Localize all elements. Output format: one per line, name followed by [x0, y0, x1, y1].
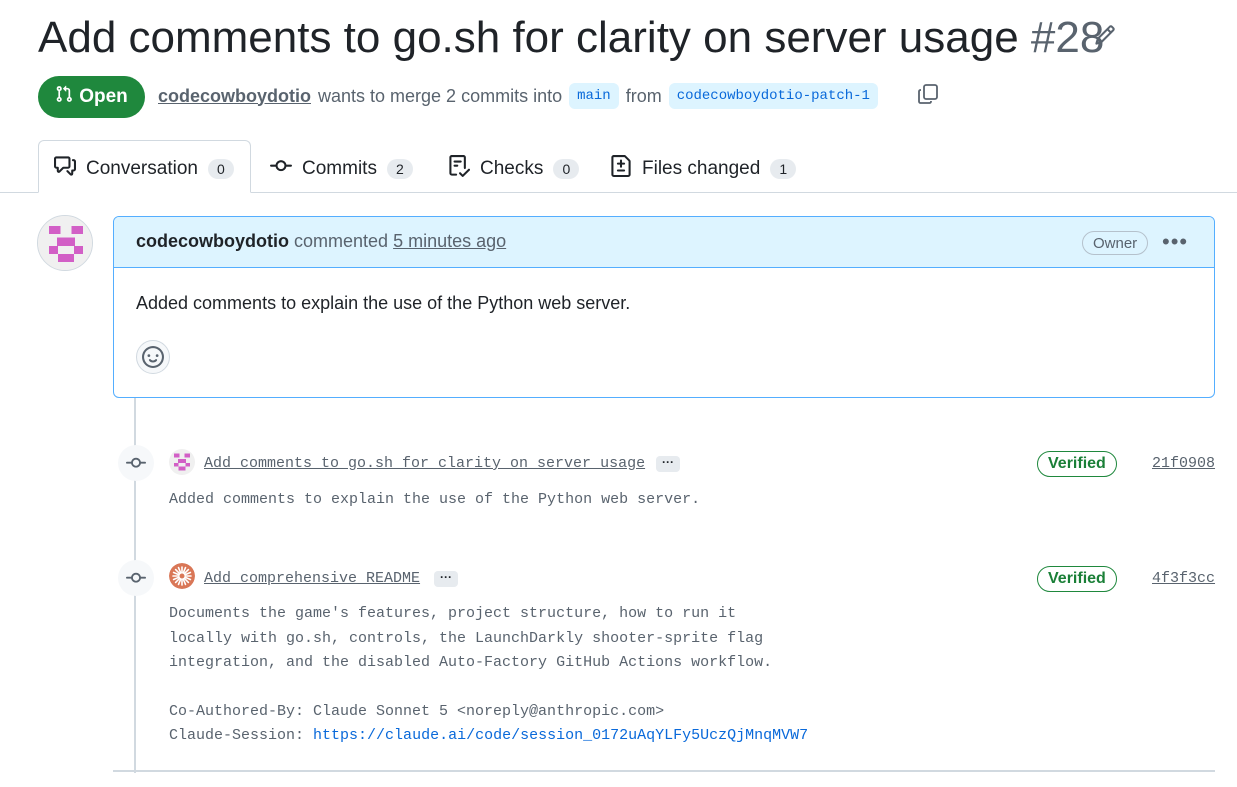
tab-commits-count: 2 [386, 159, 413, 179]
commit-description: Documents the game's features, project s… [169, 605, 773, 720]
verified-badge[interactable]: Verified [1037, 566, 1117, 592]
commit-description: Added comments to explain the use of the… [169, 491, 701, 508]
pr-state-badge: Open [38, 76, 145, 118]
copy-icon[interactable] [916, 82, 942, 108]
smiley-icon[interactable] [136, 340, 170, 374]
verified-badge[interactable]: Verified [1037, 451, 1117, 477]
pr-from-text: from [625, 85, 662, 106]
session-label: Claude-Session: [169, 727, 305, 744]
expand-commit-button[interactable]: ··· [434, 571, 458, 587]
comment-header: codecowboydotio commented 5 minutes ago … [114, 217, 1214, 268]
owner-badge: Owner [1082, 231, 1149, 255]
pr-meta: codecowboydotio wants to merge 2 commits… [158, 82, 878, 110]
commit-icon [118, 445, 154, 481]
pr-title: Add comments to go.sh for clarity on ser… [38, 12, 1104, 64]
comment-header-text: codecowboydotio commented 5 minutes ago [136, 231, 506, 252]
claude-logo-icon[interactable] [169, 563, 195, 589]
comment-timestamp[interactable]: 5 minutes ago [393, 231, 506, 251]
tab-files-changed[interactable]: Files changed 1 [610, 152, 797, 186]
pr-title-text: Add comments to go.sh for clarity on ser… [38, 13, 1019, 62]
pr-state-label: Open [79, 86, 128, 107]
commit-sha-link[interactable]: 21f0908 [1152, 455, 1215, 472]
comment-author[interactable]: codecowboydotio [136, 231, 289, 251]
avatar[interactable] [169, 449, 195, 475]
expand-commit-button[interactable]: ··· [656, 456, 680, 472]
tab-conversation-label: Conversation [86, 158, 198, 179]
git-pull-request-icon [55, 85, 73, 109]
head-branch[interactable]: codecowboydotio-patch-1 [668, 83, 878, 109]
base-branch[interactable]: main [569, 83, 619, 109]
commit-icon [118, 560, 154, 596]
tab-checks[interactable]: Checks 0 [448, 152, 580, 186]
comment-body: Added comments to explain the use of the… [136, 293, 631, 313]
pr-author-link[interactable]: codecowboydotio [158, 86, 311, 107]
avatar[interactable] [37, 215, 93, 271]
pencil-icon[interactable] [1094, 24, 1116, 46]
session-link[interactable]: https://claude.ai/code/session_0172uAqYL… [313, 727, 808, 744]
tab-checks-label: Checks [480, 158, 544, 179]
tab-commits[interactable]: Commits 2 [270, 152, 413, 186]
pr-merge-text: wants to merge 2 commits into [318, 85, 563, 106]
tab-files-label: Files changed [642, 158, 761, 179]
commit-icon [270, 155, 292, 183]
tab-files-count: 1 [770, 159, 797, 179]
timeline-end-divider [113, 770, 1215, 772]
commit-message-link[interactable]: Add comments to go.sh for clarity on ser… [204, 455, 645, 472]
comment-action: commented [294, 231, 389, 251]
tab-conversation[interactable]: Conversation 0 [54, 152, 234, 186]
kebab-menu-icon[interactable]: ••• [1162, 229, 1188, 255]
commit-message-link[interactable]: Add comprehensive README [204, 570, 420, 587]
checklist-icon [448, 155, 471, 183]
comment-card: codecowboydotio commented 5 minutes ago … [113, 216, 1215, 398]
conversation-icon [54, 155, 76, 183]
tab-checks-count: 0 [553, 159, 580, 179]
commit-session-line: Claude-Session: https://claude.ai/code/s… [169, 724, 808, 749]
tab-commits-label: Commits [302, 158, 377, 179]
tab-conversation-count: 0 [207, 159, 234, 179]
file-diff-icon [610, 155, 632, 183]
commit-sha-link[interactable]: 4f3f3cc [1152, 570, 1215, 587]
